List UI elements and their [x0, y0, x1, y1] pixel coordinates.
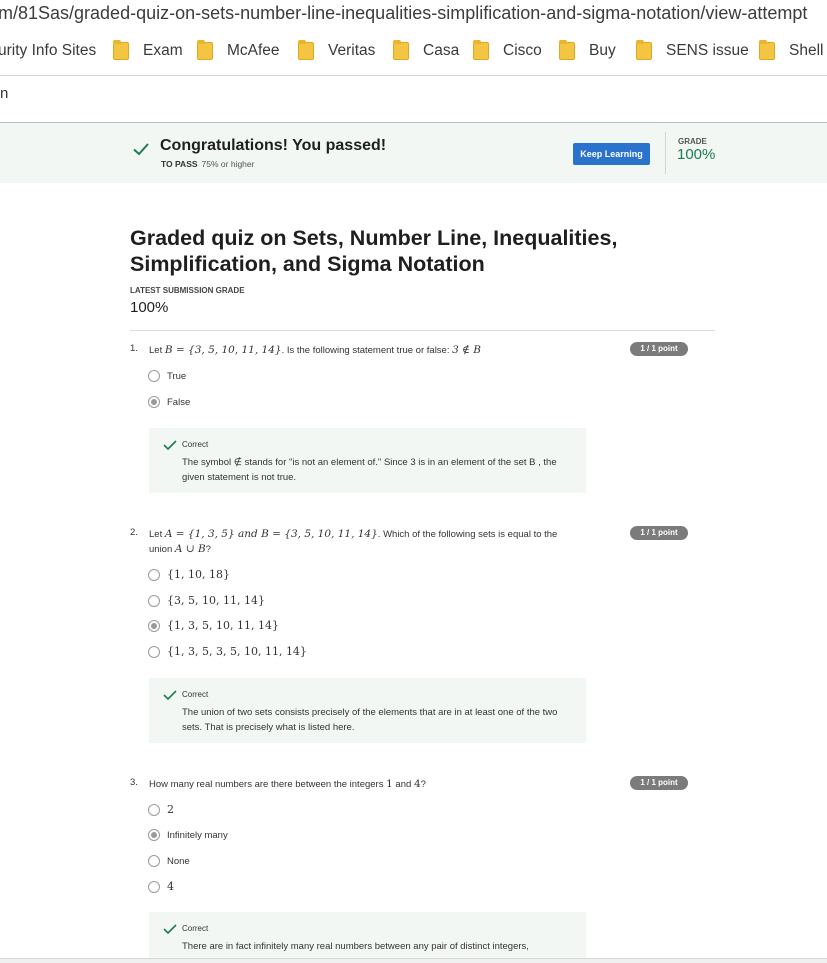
radio-button[interactable] — [148, 594, 160, 607]
bookmark-shell[interactable]: Shell — [759, 40, 823, 60]
folder-icon — [759, 40, 775, 60]
divider — [0, 75, 827, 76]
folder-icon — [298, 40, 314, 60]
bookmark-veritas[interactable]: Veritas — [298, 40, 375, 60]
folder-icon — [113, 40, 129, 60]
radio-button-selected[interactable] — [148, 829, 160, 841]
question-number: 3. — [130, 777, 138, 788]
question-number: 1. — [130, 343, 138, 354]
check-icon — [133, 143, 149, 156]
radio-button-selected[interactable] — [148, 396, 160, 408]
radio-button[interactable] — [148, 568, 160, 581]
latest-submission-value: 100% — [130, 299, 169, 316]
grade-value: 100% — [677, 146, 716, 163]
folder-icon — [559, 40, 575, 60]
question-text: Let B = {3, 5, 10, 11, 14}. Is the follo… — [149, 344, 481, 356]
keep-learning-button[interactable]: Keep Learning — [573, 143, 650, 165]
feedback-title: Correct — [182, 690, 209, 699]
check-icon — [163, 440, 177, 451]
check-icon — [163, 924, 177, 935]
latest-submission-label: LATEST SUBMISSION GRADE — [130, 286, 245, 295]
radio-button[interactable] — [148, 645, 160, 658]
url-text: m/81Sas/graded-quiz-on-sets-number-line-… — [0, 3, 808, 23]
folder-icon — [473, 40, 489, 60]
tab-fragment: n — [0, 85, 9, 102]
option[interactable]: Infinitely many — [148, 829, 228, 841]
radio-button[interactable] — [148, 855, 160, 867]
address-bar[interactable]: m/81Sas/graded-quiz-on-sets-number-line-… — [0, 0, 827, 30]
option[interactable]: {1, 3, 5, 3, 5, 10, 11, 14} — [148, 645, 307, 658]
radio-button[interactable] — [148, 880, 160, 893]
page-title: Graded quiz on Sets, Number Line, Inequa… — [130, 226, 618, 276]
feedback-title: Correct — [182, 440, 209, 449]
option[interactable]: 2 — [148, 803, 174, 816]
option-true[interactable]: True — [148, 370, 186, 382]
divider — [130, 330, 715, 331]
option[interactable]: {3, 5, 10, 11, 14} — [148, 594, 265, 607]
horizontal-scrollbar[interactable] — [0, 958, 827, 963]
bookmark-cisco[interactable]: Cisco — [473, 40, 542, 60]
pass-message: Congratulations! You passed! — [160, 137, 387, 154]
bookmark-mcafee[interactable]: McAfee — [197, 40, 280, 60]
feedback-title: Correct — [182, 924, 209, 933]
option[interactable]: {1, 10, 18} — [148, 568, 230, 581]
bookmark-sens-issue[interactable]: SENS issue — [636, 40, 749, 60]
option[interactable]: {1, 3, 5, 10, 11, 14} — [148, 619, 279, 632]
question-text: How many real numbers are there between … — [149, 778, 426, 790]
question-text: Let A = {1, 3, 5} and B = {3, 5, 10, 11,… — [149, 528, 558, 555]
bookmark-exam[interactable]: Exam — [113, 40, 183, 60]
to-pass-requirement: TO PASS 75% or higher — [161, 159, 255, 169]
bookmark-security-info-sites[interactable]: urity Info Sites — [0, 42, 96, 60]
option[interactable]: None — [148, 855, 190, 867]
divider — [665, 132, 666, 174]
feedback-text: The symbol ∉ stands for "is not an eleme… — [182, 457, 557, 483]
radio-button[interactable] — [148, 370, 160, 382]
feedback-box: Correct There are in fact infinitely man… — [149, 912, 586, 958]
radio-button[interactable] — [148, 803, 160, 816]
bookmarks-bar: urity Info Sites Exam McAfee Veritas Cas… — [0, 34, 827, 72]
points-badge: 1 / 1 point — [630, 526, 688, 540]
question-number: 2. — [130, 527, 138, 538]
grade-label: GRADE — [678, 137, 707, 146]
folder-icon — [393, 40, 409, 60]
bookmark-buy[interactable]: Buy — [559, 40, 616, 60]
points-badge: 1 / 1 point — [630, 776, 688, 790]
feedback-text: There are in fact infinitely many real n… — [182, 941, 529, 952]
option-false[interactable]: False — [148, 396, 190, 408]
feedback-text: The union of two sets consists precisely… — [182, 707, 558, 733]
check-icon — [163, 690, 177, 701]
folder-icon — [197, 40, 213, 60]
feedback-box: Correct The union of two sets consists p… — [149, 678, 586, 743]
bookmark-casa[interactable]: Casa — [393, 40, 459, 60]
radio-button-selected[interactable] — [148, 619, 160, 632]
points-badge: 1 / 1 point — [630, 342, 688, 356]
feedback-box: Correct The symbol ∉ stands for "is not … — [149, 428, 586, 493]
option[interactable]: 4 — [148, 880, 174, 893]
folder-icon — [636, 40, 652, 60]
